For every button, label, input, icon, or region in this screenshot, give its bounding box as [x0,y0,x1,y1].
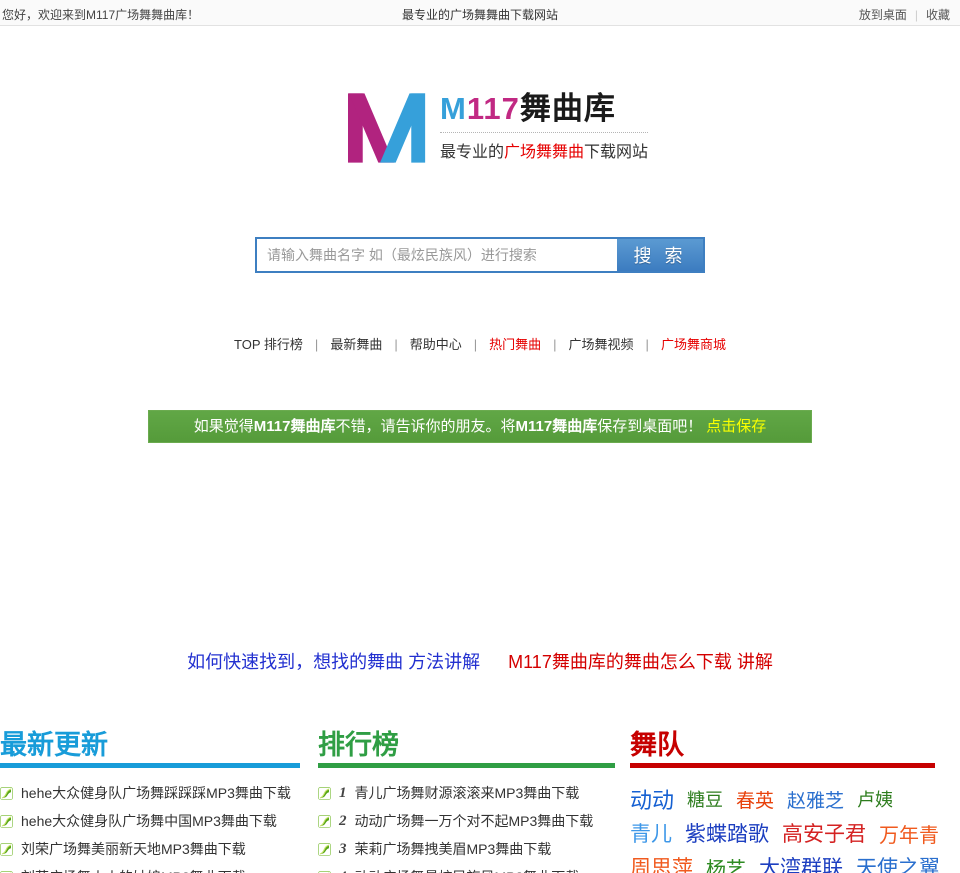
team-tag[interactable]: 紫蝶踏歌 [685,818,769,848]
main-nav: TOP 排行榜 | 最新舞曲 | 帮助中心 | 热门舞曲 | 广场舞视频 | 广场舞商城 [0,334,960,353]
nav-link[interactable]: 广场舞商城 [661,337,726,352]
nav-separator: | [473,337,478,352]
ranking-section: 排行榜 1 青儿广场舞财源滚滚来MP3舞曲下载 2 动动广场舞一万个对不起MP3舞曲下… [318,728,615,873]
ranking-item[interactable]: 2 动动广场舞一万个对不起MP3舞曲下载 [318,807,615,835]
team-tag[interactable]: 糖豆 [687,786,723,812]
how-to-find-link[interactable]: 如何快速找到，想找的舞曲 方法讲解 [187,648,480,674]
teams-tag-cloud: 动动 糖豆 春英 赵雅芝 卢姨 青儿 紫蝶踏歌 高安子君 万年青 周思萍 杨艺 大湾群联 天使之翼 [630,782,940,873]
team-tag[interactable]: 春英 [736,786,774,813]
latest-item[interactable]: hehe大众健身队广场舞踩踩踩MP3舞曲下载 [0,779,300,807]
nav-link[interactable]: 帮助中心 [410,337,462,352]
ranking-item[interactable]: 3 茉莉广场舞拽美眉MP3舞曲下载 [318,835,615,863]
music-note-icon [0,842,13,856]
team-tag-row: 周思萍 杨艺 大湾群联 天使之翼 [630,850,940,873]
ranking-item[interactable]: 4 动动广场舞最炫民族风MP3舞曲下载 [318,863,615,873]
logo-m-icon [348,93,426,163]
latest-updates-list: hehe大众健身队广场舞踩踩踩MP3舞曲下载 hehe大众健身队广场舞中国MP3舞… [0,779,300,873]
search-input[interactable] [257,239,617,271]
bottom-columns: 最新更新 hehe大众健身队广场舞踩踩踩MP3舞曲下载 hehe大众健身队广场舞中… [0,728,960,873]
ranking-item-label: 青儿广场舞财源滚滚来MP3舞曲下载 [354,785,580,801]
ranking-rule [318,763,615,768]
teams-title: 舞队 [630,730,684,760]
team-tag[interactable]: 高安子君 [782,818,866,848]
rank-number: 3 [339,840,347,857]
nav-separator: | [394,337,398,352]
save-to-desktop-cta[interactable]: 点击保存 [706,418,766,435]
latest-item-label: hehe大众健身队广场舞踩踩踩MP3舞曲下载 [21,785,291,801]
teams-rule [630,763,935,768]
nav-link[interactable]: TOP 排行榜 [234,337,303,352]
nav-separator: | [645,337,649,352]
team-tag[interactable]: 万年青 [879,819,939,848]
rank-number: 4 [339,869,347,873]
latest-updates-section: 最新更新 hehe大众健身队广场舞踩踩踩MP3舞曲下载 hehe大众健身队广场舞中… [0,728,300,873]
music-note-icon [318,786,331,800]
logo-divider [440,132,649,133]
music-note-icon [318,814,331,828]
latest-item[interactable]: 刘荣广场舞火火的姑娘MP3舞曲下载 [0,863,300,873]
topbar-slogan: 最专业的广场舞舞曲下载网站 [401,8,558,22]
music-note-icon [0,786,13,800]
site-title: M117舞曲库 [440,91,616,126]
ranking-item-label: 茉莉广场舞拽美眉MP3舞曲下载 [354,841,552,857]
nav-link[interactable]: 最新舞曲 [330,337,382,352]
ranking-item-label: 动动广场舞一万个对不起MP3舞曲下载 [354,813,594,829]
music-note-icon [318,842,331,856]
team-tag[interactable]: 大湾群联 [759,852,843,873]
banner-brand: M117舞曲库 [253,418,336,435]
banner-text: 不错，请告诉你的朋友。将 [335,418,516,435]
banner-text: 如果觉得 [193,418,254,435]
team-tag[interactable]: 动动 [630,783,674,815]
promo-line: 如何快速找到，想找的舞曲 方法讲解 M117舞曲库的舞曲怎么下载 讲解 [0,648,960,674]
rank-number: 1 [339,784,347,801]
latest-item-label: hehe大众健身队广场舞中国MP3舞曲下载 [21,813,277,829]
team-tag[interactable]: 赵雅芝 [787,786,844,813]
rank-number: 2 [339,812,347,829]
team-tag-row: 动动 糖豆 春英 赵雅芝 卢姨 [630,782,935,816]
search-button[interactable]: 搜 索 [617,239,703,271]
team-tag[interactable]: 青儿 [630,818,672,848]
ranking-title: 排行榜 [318,730,399,760]
team-tag[interactable]: 周思萍 [630,852,693,873]
site-tagline: 最专业的广场舞舞曲下载网站 [440,144,649,161]
team-tag-row: 青儿 紫蝶踏歌 高安子君 万年青 [630,816,939,850]
favorite-link[interactable]: 收藏 [926,8,950,22]
banner-brand: M117舞曲库 [515,418,598,435]
latest-updates-title: 最新更新 [0,730,108,760]
teams-section: 舞队 动动 糖豆 春英 赵雅芝 卢姨 青儿 紫蝶踏歌 高安子君 万年青 周思萍 杨艺 大湾群联 天使之翼 [630,728,940,873]
latest-updates-rule [0,763,300,768]
ranking-item[interactable]: 1 青儿广场舞财源滚滚来MP3舞曲下载 [318,779,615,807]
nav-separator: | [553,337,557,352]
nav-link[interactable]: 热门舞曲 [489,337,541,352]
how-to-download-link[interactable]: M117舞曲库的舞曲怎么下载 讲解 [508,648,773,674]
ranking-list: 1 青儿广场舞财源滚滚来MP3舞曲下载 2 动动广场舞一万个对不起MP3舞曲下载 3 茉莉… [318,779,615,873]
ranking-item-label: 动动广场舞最炫民族风MP3舞曲下载 [355,867,580,873]
latest-item-label: 刘荣广场舞美丽新天地MP3舞曲下载 [21,841,246,857]
nav-link[interactable]: 广场舞视频 [569,337,634,352]
search-bar: 搜 索 [255,237,705,273]
site-logo[interactable]: M117舞曲库 最专业的广场舞舞曲下载网站 [348,91,649,164]
music-note-icon [0,814,13,828]
nav-separator: | [314,337,319,352]
save-banner: 如果觉得M117舞曲库不错，请告诉你的朋友。将M117舞曲库保存到桌面吧！ 点击保… [148,410,812,443]
team-tag[interactable]: 杨艺 [706,853,746,873]
latest-item-label: 刘荣广场舞火火的姑娘MP3舞曲下载 [21,867,246,873]
topbar-separator: | [914,8,918,22]
latest-item[interactable]: 刘荣广场舞美丽新天地MP3舞曲下载 [0,835,300,863]
topbar: 您好，欢迎来到M117广场舞舞曲库！ 最专业的广场舞舞曲下载网站 放到桌面 | 收藏 [0,0,960,26]
team-tag[interactable]: 天使之翼 [856,852,940,873]
team-tag[interactable]: 卢姨 [857,786,893,812]
latest-item[interactable]: hehe大众健身队广场舞中国MP3舞曲下载 [0,807,300,835]
save-to-desktop-link[interactable]: 放到桌面 [859,8,907,22]
banner-text: 保存到桌面吧！ [597,418,703,435]
